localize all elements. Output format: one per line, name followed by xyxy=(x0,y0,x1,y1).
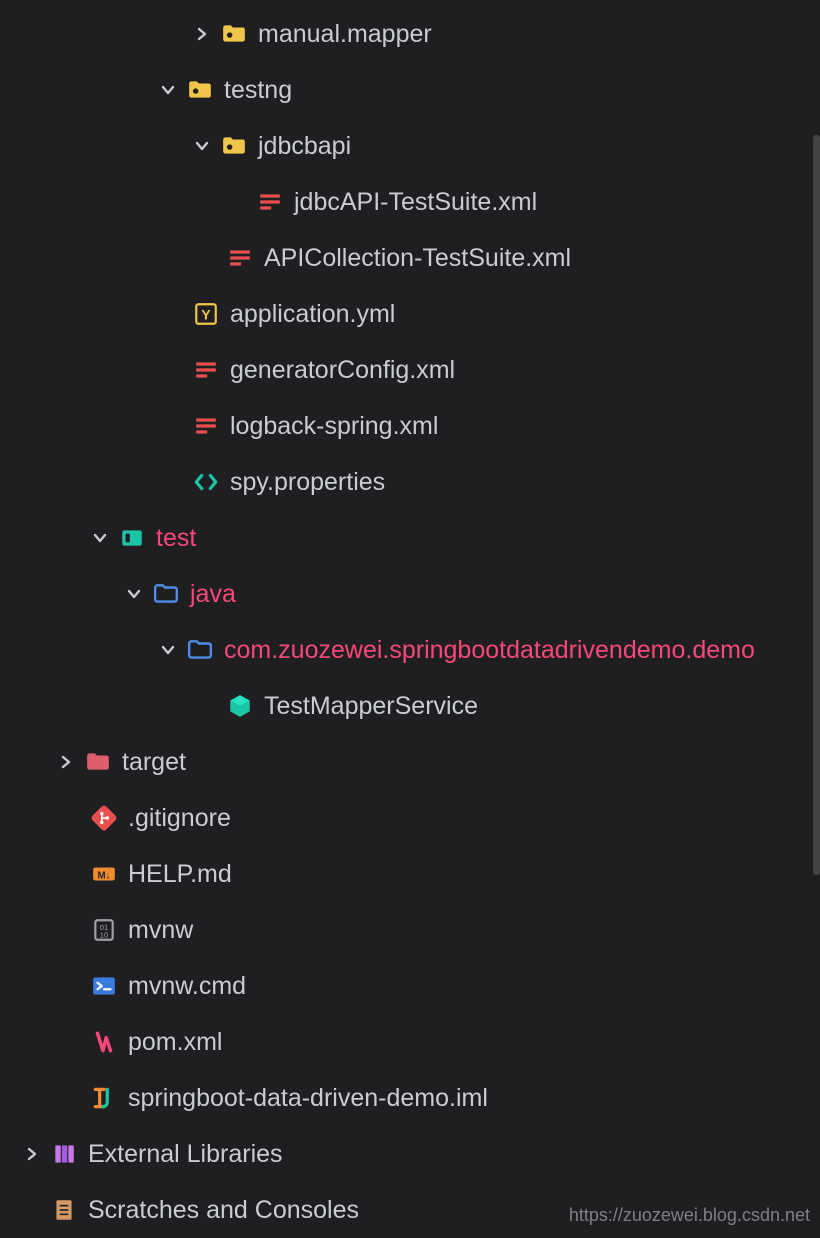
git-file-icon xyxy=(90,804,118,832)
tree-item-label: com.zuozewei.springbootdatadrivendemo.de… xyxy=(224,636,755,665)
tree-item-testng[interactable]: testng xyxy=(0,62,820,118)
folder-icon xyxy=(220,132,248,160)
class-icon xyxy=(226,692,254,720)
tree-item-label: jdbcAPI-TestSuite.xml xyxy=(294,188,537,217)
svg-text:10: 10 xyxy=(100,931,108,940)
tree-item-package[interactable]: com.zuozewei.springbootdatadrivendemo.de… xyxy=(0,622,820,678)
folder-icon xyxy=(220,20,248,48)
tree-item-target[interactable]: target xyxy=(0,734,820,790)
tree-item-label: target xyxy=(122,748,186,777)
tree-item-manual-mapper[interactable]: manual.mapper xyxy=(0,6,820,62)
chevron-right-icon xyxy=(192,24,212,44)
xml-file-icon xyxy=(256,188,284,216)
library-icon xyxy=(50,1140,78,1168)
svg-text:M↓: M↓ xyxy=(98,870,111,881)
xml-file-icon xyxy=(192,412,220,440)
tree-item-spy[interactable]: spy.properties xyxy=(0,454,820,510)
intellij-file-icon xyxy=(90,1084,118,1112)
test-folder-icon xyxy=(118,524,146,552)
tree-item-gitignore[interactable]: .gitignore xyxy=(0,790,820,846)
tree-item-label: generatorConfig.xml xyxy=(230,356,455,385)
tree-item-label: .gitignore xyxy=(128,804,231,833)
chevron-right-icon xyxy=(22,1144,42,1164)
package-folder-icon xyxy=(186,636,214,664)
chevron-down-icon xyxy=(158,640,178,660)
tree-item-label: application.yml xyxy=(230,300,395,329)
tree-item-java[interactable]: java xyxy=(0,566,820,622)
tree-item-label: jdbcbapi xyxy=(258,132,351,161)
markdown-file-icon: M↓ xyxy=(90,860,118,888)
tree-item-label: springboot-data-driven-demo.iml xyxy=(128,1084,488,1113)
tree-item-label: APICollection-TestSuite.xml xyxy=(264,244,571,273)
tree-item-iml[interactable]: springboot-data-driven-demo.iml xyxy=(0,1070,820,1126)
tree-item-label: pom.xml xyxy=(128,1028,222,1057)
tree-item-jdbcbapi[interactable]: jdbcbapi xyxy=(0,118,820,174)
tree-item-jdbc-suite[interactable]: jdbcAPI-TestSuite.xml xyxy=(0,174,820,230)
tree-item-label: manual.mapper xyxy=(258,20,432,49)
code-file-icon xyxy=(192,468,220,496)
tree-item-label: TestMapperService xyxy=(264,692,478,721)
tree-item-label: mvnw.cmd xyxy=(128,972,246,1001)
tree-item-gen-config[interactable]: generatorConfig.xml xyxy=(0,342,820,398)
excluded-folder-icon xyxy=(84,748,112,776)
project-tree: manual.mapper testng jdbcbapi jdbcAPI-Te… xyxy=(0,0,820,1238)
chevron-down-icon xyxy=(124,584,144,604)
chevron-down-icon xyxy=(192,136,212,156)
maven-file-icon xyxy=(90,1028,118,1056)
folder-icon xyxy=(186,76,214,104)
tree-item-external-libraries[interactable]: External Libraries xyxy=(0,1126,820,1182)
tree-item-help-md[interactable]: M↓ HELP.md xyxy=(0,846,820,902)
chevron-down-icon xyxy=(158,80,178,100)
tree-item-label: test xyxy=(156,524,196,553)
tree-item-label: External Libraries xyxy=(88,1140,283,1169)
scrollbar[interactable] xyxy=(813,135,820,875)
scratch-icon xyxy=(50,1196,78,1224)
chevron-down-icon xyxy=(90,528,110,548)
yaml-file-icon: Y xyxy=(192,300,220,328)
chevron-right-icon xyxy=(56,752,76,772)
binary-file-icon: 0110 xyxy=(90,916,118,944)
source-folder-icon xyxy=(152,580,180,608)
tree-item-label: mvnw xyxy=(128,916,193,945)
tree-item-label: logback-spring.xml xyxy=(230,412,438,441)
tree-item-app-yml[interactable]: Y application.yml xyxy=(0,286,820,342)
tree-item-label: Scratches and Consoles xyxy=(88,1196,359,1225)
svg-text:Y: Y xyxy=(201,306,211,322)
tree-item-label: testng xyxy=(224,76,292,105)
tree-item-label: spy.properties xyxy=(230,468,385,497)
cmd-file-icon xyxy=(90,972,118,1000)
tree-item-test[interactable]: test xyxy=(0,510,820,566)
tree-item-mvnw[interactable]: 0110 mvnw xyxy=(0,902,820,958)
tree-item-label: HELP.md xyxy=(128,860,232,889)
tree-item-test-mapper[interactable]: TestMapperService xyxy=(0,678,820,734)
xml-file-icon xyxy=(192,356,220,384)
tree-item-api-collection[interactable]: APICollection-TestSuite.xml xyxy=(0,230,820,286)
tree-item-logback[interactable]: logback-spring.xml xyxy=(0,398,820,454)
tree-item-pom[interactable]: pom.xml xyxy=(0,1014,820,1070)
xml-file-icon xyxy=(226,244,254,272)
tree-item-mvnw-cmd[interactable]: mvnw.cmd xyxy=(0,958,820,1014)
tree-item-label: java xyxy=(190,580,236,609)
watermark: https://zuozewei.blog.csdn.net xyxy=(569,1205,810,1226)
